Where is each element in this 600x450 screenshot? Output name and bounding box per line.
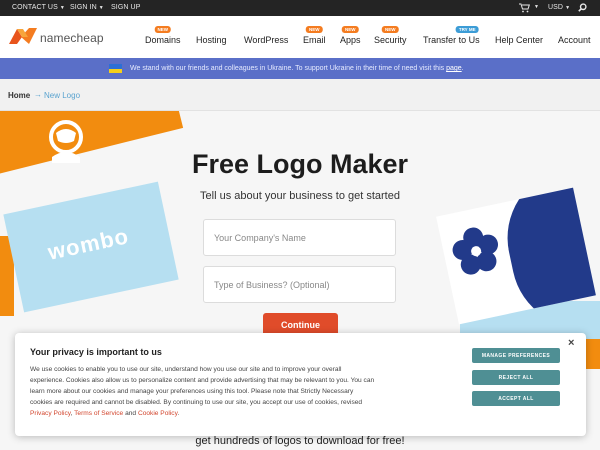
breadcrumb: Home → New Logo <box>0 79 600 111</box>
search-icon[interactable] <box>578 3 587 14</box>
nav-wordpress[interactable]: WordPress <box>244 35 288 45</box>
brand-name[interactable]: namecheap <box>40 31 104 45</box>
sample-logo-text: wombo <box>45 223 132 265</box>
page-title: Free Logo Maker <box>191 149 409 179</box>
nav-security[interactable]: Security NEW <box>374 26 407 45</box>
breadcrumb-home-link[interactable]: Home <box>8 91 30 100</box>
nav-account[interactable]: Account <box>558 35 591 45</box>
sign-up-link[interactable]: SIGN UP <box>111 4 140 11</box>
nav-domains[interactable]: Domains NEW <box>145 26 181 45</box>
terms-of-service-link[interactable]: Terms of Service <box>74 410 123 417</box>
arrow-right-icon: → <box>34 90 42 99</box>
privacy-dialog: Your privacy is important to us We use c… <box>15 333 586 436</box>
hero-bottom-text: get hundreds of logos to download for fr… <box>195 435 405 447</box>
sign-in-link[interactable]: SIGN IN ▼ <box>70 4 104 11</box>
cookie-policy-link[interactable]: Cookie Policy <box>138 410 177 417</box>
breadcrumb-current: New Logo <box>44 91 81 100</box>
company-name-input[interactable] <box>203 219 396 256</box>
ukraine-banner: We stand with our friends and colleagues… <box>0 58 600 79</box>
ukraine-flag-icon <box>109 64 122 73</box>
privacy-body: We use cookies to enable you to use our … <box>30 366 375 417</box>
reject-all-button[interactable]: REJECT ALL <box>472 370 560 385</box>
nav-help-center[interactable]: Help Center <box>495 35 543 45</box>
cart-icon[interactable] <box>519 3 530 15</box>
cart-dropdown-icon[interactable]: ▼ <box>532 3 539 10</box>
flower-icon <box>448 223 506 285</box>
chevron-down-icon: ▼ <box>98 5 104 11</box>
business-type-input[interactable] <box>203 266 396 303</box>
privacy-title: Your privacy is important to us <box>30 347 162 357</box>
new-badge: NEW <box>154 26 171 33</box>
main-nav: namecheap Domains NEW Hosting WordPress E… <box>0 16 600 58</box>
currency-selector[interactable]: USD ▼ <box>548 4 570 11</box>
new-badge: NEW <box>342 26 359 33</box>
new-badge: NEW <box>382 26 399 33</box>
chevron-down-icon: ▼ <box>59 5 65 11</box>
close-icon[interactable]: × <box>568 337 574 349</box>
new-badge: NEW <box>306 26 323 33</box>
chevron-down-icon: ▼ <box>565 5 571 11</box>
accept-all-button[interactable]: ACCEPT ALL <box>472 391 560 406</box>
namecheap-logo-icon[interactable] <box>8 27 38 50</box>
banner-page-link[interactable]: page <box>446 65 462 72</box>
nav-email[interactable]: Email NEW <box>303 26 326 45</box>
nav-apps[interactable]: Apps NEW <box>340 26 361 45</box>
nav-transfer[interactable]: Transfer to Us TRY ME <box>423 26 480 45</box>
nav-hosting[interactable]: Hosting <box>196 35 227 45</box>
decorative-orange-square <box>584 339 600 369</box>
page-subtitle: Tell us about your business to get start… <box>200 190 400 202</box>
contact-us-link[interactable]: CONTACT US ▼ <box>12 4 65 11</box>
manage-preferences-button[interactable]: MANAGE PREFERENCES <box>472 348 560 363</box>
banner-text: We stand with our friends and colleagues… <box>130 65 464 72</box>
try-me-badge: TRY ME <box>455 26 479 33</box>
privacy-policy-link[interactable]: Privacy Policy <box>30 410 71 417</box>
top-bar: CONTACT US ▼ SIGN IN ▼ SIGN UP ▼ USD ▼ <box>0 0 600 16</box>
